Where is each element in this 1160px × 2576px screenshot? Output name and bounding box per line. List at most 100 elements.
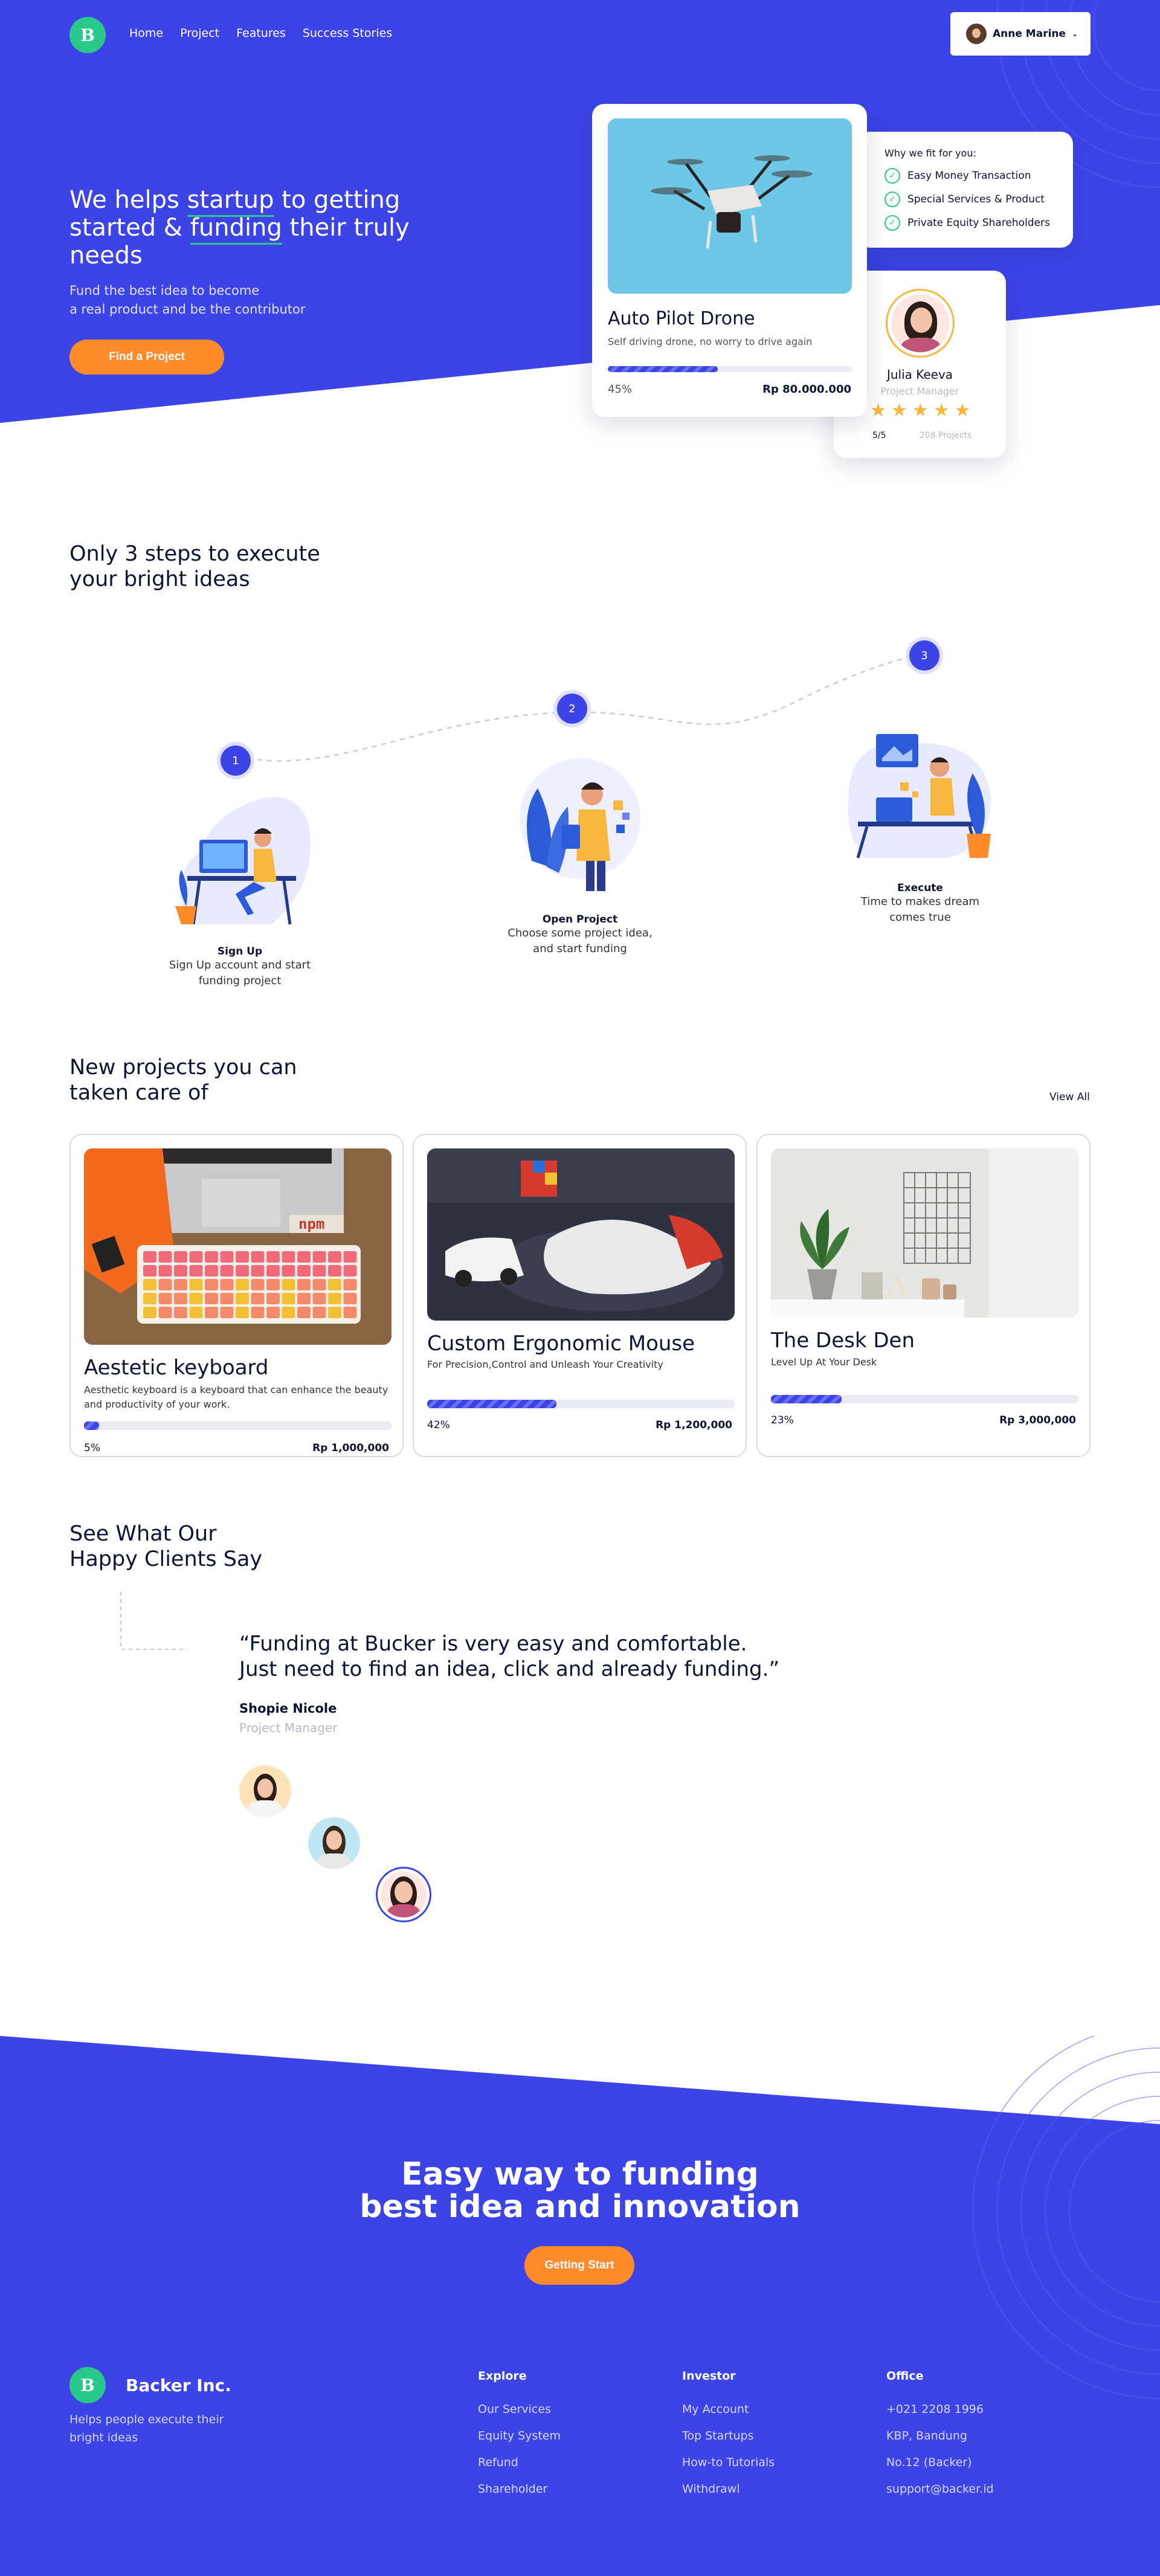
- mouse-image: [427, 1148, 735, 1321]
- footer-contact: +021 2208 1996: [886, 2403, 984, 2416]
- footer-col-office: Office +021 2208 1996 KBP, Bandung No.12…: [886, 2369, 994, 2502]
- project-title: Custom Ergonomic Mouse: [427, 1331, 695, 1356]
- nav-features[interactable]: Features: [236, 27, 286, 40]
- cta-heading-line: best idea and innovation: [359, 2189, 801, 2225]
- find-project-button[interactable]: Find a Project: [69, 340, 224, 375]
- step-3: Execute Time to makes dream comes true: [830, 882, 1011, 926]
- view-all-link[interactable]: View All: [1049, 1091, 1090, 1103]
- why-list: ✓ Easy Money Transaction ✓ Special Service…: [884, 168, 1050, 231]
- nav-project[interactable]: Project: [180, 27, 219, 40]
- step-number-3: 3: [909, 640, 939, 671]
- step-2: Open Project Choose some project idea, a…: [489, 913, 671, 957]
- projects-heading-line: New projects you can: [69, 1055, 297, 1080]
- client-avatar-3-selected[interactable]: [376, 1867, 431, 1922]
- steps-heading: Only 3 steps to execute your bright idea…: [69, 541, 320, 592]
- open-project-illustration: [520, 758, 640, 891]
- hero-title-highlight: startup: [187, 186, 274, 217]
- footer-tagline-line: Helps people execute their: [69, 2413, 224, 2426]
- project-amount: Rp 1,000,000: [312, 1442, 389, 1454]
- svg-text:A: A: [885, 1269, 908, 1304]
- project-title: The Desk Den: [771, 1328, 915, 1353]
- featured-progress-fill: [608, 366, 718, 372]
- why-heading: Why we fit for you:: [884, 147, 976, 159]
- star-icon: ★: [912, 400, 929, 421]
- projects-heading-line: taken care of: [69, 1081, 208, 1105]
- footer-link[interactable]: Refund: [478, 2449, 561, 2476]
- star-icon: ★: [891, 400, 907, 421]
- step-desc: Time to makes dream: [860, 895, 980, 908]
- project-percent: 23%: [771, 1414, 794, 1426]
- project-percent: 5%: [84, 1442, 100, 1454]
- footer-link[interactable]: How-to Tutorials: [682, 2449, 775, 2476]
- star-icon: ★: [870, 400, 886, 421]
- manager-avatar: [886, 289, 955, 358]
- step-title: Sign Up: [217, 945, 263, 958]
- star-icon: ★: [954, 400, 971, 421]
- footer-tagline-line: bright ideas: [69, 2431, 138, 2444]
- footer-link[interactable]: Equity System: [478, 2423, 561, 2449]
- project-card[interactable]: Custom Ergonomic Mouse For Precision,Con…: [413, 1134, 747, 1457]
- featured-title: Auto Pilot Drone: [608, 308, 755, 329]
- project-progress-fill: [84, 1422, 100, 1430]
- project-progress-bar: [84, 1422, 392, 1430]
- getting-start-button[interactable]: Getting Start: [524, 2246, 634, 2285]
- steps-heading-line: your bright ideas: [69, 567, 250, 591]
- featured-project-card[interactable]: Auto Pilot Drone Self driving drone, no …: [592, 104, 867, 417]
- user-name: Anne Marine: [993, 28, 1066, 40]
- project-card[interactable]: npm Aestetic keyboard Aesthetic keyboard…: [69, 1134, 404, 1457]
- why-card: Why we fit for you: ✓ Easy Money Transact…: [858, 132, 1073, 248]
- testimonial-role: Project Manager: [239, 1721, 338, 1735]
- project-progress-fill: [427, 1400, 556, 1408]
- testimonial-connector: [120, 1592, 187, 1650]
- nav-home[interactable]: Home: [129, 27, 163, 40]
- project-amount: Rp 1,200,000: [656, 1419, 732, 1431]
- project-progress-bar: [771, 1395, 1078, 1403]
- signup-illustration: [175, 797, 311, 925]
- user-menu-button[interactable]: Anne Marine ⌄: [950, 12, 1091, 56]
- project-card[interactable]: A The Desk Den Level Up At Your Desk 23%…: [756, 1134, 1091, 1457]
- nav-success-stories[interactable]: Success Stories: [303, 27, 392, 40]
- quote-line: Just need to find an idea, click and alr…: [239, 1657, 780, 1681]
- footer-tagline: Helps people execute their bright ideas: [69, 2410, 224, 2447]
- user-avatar: [966, 24, 987, 44]
- footer-link[interactable]: Shareholder: [478, 2476, 561, 2502]
- testimonial-name: Shopie Nicole: [239, 1701, 337, 1716]
- hero-subtitle-line: Fund the best idea to become: [69, 283, 260, 298]
- footer-link[interactable]: Withdrawl: [682, 2476, 775, 2502]
- footer-link[interactable]: My Account: [682, 2396, 775, 2423]
- step-desc: funding project: [198, 974, 282, 987]
- footer-brand: Backer Inc.: [126, 2375, 231, 2395]
- footer-logo[interactable]: B: [69, 2367, 106, 2403]
- manager-projects: 208 Projects: [920, 431, 972, 440]
- why-item: ✓ Private Equity Shareholders: [884, 215, 1050, 231]
- why-item-label: Special Services & Product: [907, 193, 1045, 205]
- client-avatar-2[interactable]: [308, 1817, 360, 1869]
- featured-percent: 45%: [608, 383, 633, 396]
- manager-rating-stars: ★ ★ ★ ★ ★: [870, 400, 971, 421]
- client-avatar-1[interactable]: [239, 1765, 291, 1817]
- brand-logo[interactable]: B: [69, 17, 106, 53]
- footer-col-explore: Explore Our Services Equity System Refun…: [478, 2369, 561, 2502]
- chevron-down-icon: ⌄: [1072, 30, 1078, 38]
- footer-link[interactable]: Top Startups: [682, 2423, 775, 2449]
- check-icon: ✓: [884, 215, 900, 231]
- footer-email-link[interactable]: support@backer.id: [886, 2476, 994, 2502]
- why-item: ✓ Special Services & Product: [884, 192, 1050, 207]
- drone-image: [608, 118, 852, 294]
- project-progress-fill: [771, 1395, 842, 1403]
- testimonial-quote: “Funding at Bucker is very easy and comf…: [239, 1631, 904, 1682]
- hero-title: We helps startup to getting started & fu…: [69, 186, 444, 269]
- projects-heading: New projects you can taken care of: [69, 1055, 297, 1106]
- steps-heading-line: Only 3 steps to execute: [69, 542, 320, 566]
- footer-link[interactable]: Our Services: [478, 2396, 561, 2423]
- project-desc: For Precision,Control and Unleash Your C…: [427, 1359, 663, 1370]
- why-item-label: Easy Money Transaction: [907, 170, 1031, 182]
- step-desc: Choose some project idea,: [507, 927, 652, 939]
- footer-contact: KBP, Bandung: [886, 2429, 967, 2442]
- footer-col-heading: Office: [886, 2369, 924, 2383]
- hero-title-part: We helps: [69, 186, 187, 214]
- footer-col-heading: Explore: [478, 2369, 527, 2383]
- step-number-2: 2: [557, 694, 587, 724]
- featured-amount: Rp 80.000.000: [762, 383, 851, 396]
- project-percent: 42%: [427, 1419, 450, 1431]
